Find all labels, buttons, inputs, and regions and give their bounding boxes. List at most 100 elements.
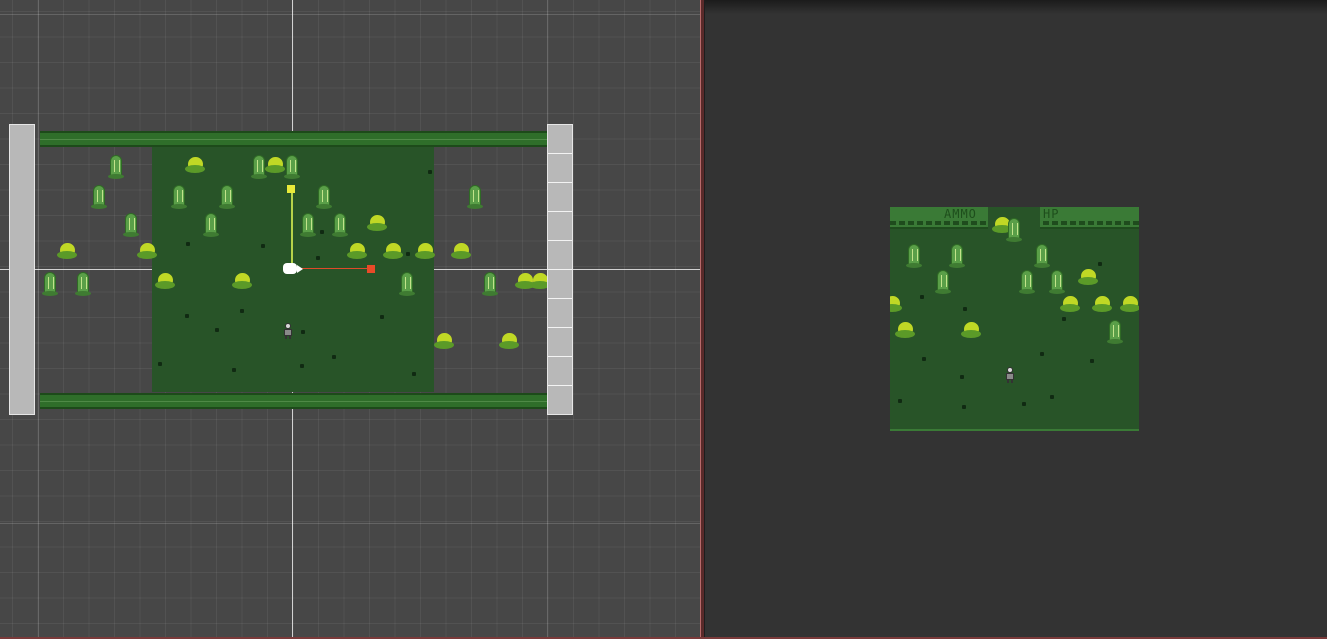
grid-line [38,0,39,639]
bush-sprite[interactable] [155,273,175,289]
bottom-border-tile[interactable] [40,393,547,409]
cactus-sprite[interactable] [123,213,139,237]
bush-sprite [890,296,902,312]
dirt-speck [898,399,902,403]
bush-sprite[interactable] [232,273,252,289]
player-sprite[interactable] [283,323,293,339]
bush-sprite[interactable] [499,333,519,349]
dirt-speck [922,357,926,361]
pillar-segment [548,269,572,270]
dirt-speck [215,328,219,332]
dirt-speck [185,314,189,318]
bush-sprite [961,322,981,338]
game-view-toolbar-shadow [705,0,1327,14]
dirt-speck [316,256,320,260]
dirt-speck [406,252,410,256]
left-wall-pillar[interactable] [9,124,35,415]
cactus-sprite[interactable] [251,155,267,179]
cactus-sprite[interactable] [284,155,300,179]
dirt-speck [1040,352,1044,356]
cactus-sprite[interactable] [300,213,316,237]
cactus-sprite [1019,270,1035,294]
dirt-speck [963,307,967,311]
cactus-sprite [949,244,965,268]
dirt-speck [301,330,305,334]
dirt-speck [1050,395,1054,399]
cactus-sprite[interactable] [316,185,332,209]
grid-line [0,14,700,15]
dirt-speck [1022,402,1026,406]
dirt-speck [1098,262,1102,266]
cactus-sprite[interactable] [108,155,124,179]
bush-sprite[interactable] [434,333,454,349]
cactus-sprite[interactable] [91,185,107,209]
cactus-sprite[interactable] [482,272,498,296]
dirt-speck [960,375,964,379]
cactus-sprite[interactable] [399,272,415,296]
right-wall-pillar[interactable] [547,124,573,415]
dirt-speck [300,364,304,368]
bush-sprite[interactable] [415,243,435,259]
cactus-sprite[interactable] [332,213,348,237]
dirt-speck [158,362,162,366]
bush-sprite[interactable] [367,215,387,231]
player-sprite [1005,367,1015,383]
bush-sprite[interactable] [383,243,403,259]
pillar-segment [548,240,572,241]
y-axis-handle[interactable] [287,185,295,193]
dirt-speck [232,368,236,372]
bush-sprite [1078,269,1098,285]
bush-sprite[interactable] [57,243,77,259]
cactus-sprite[interactable] [467,185,483,209]
pillar-segment [548,211,572,212]
bush-sprite [1120,296,1139,312]
game-bottom-border [890,429,1139,431]
dirt-speck [380,315,384,319]
cactus-sprite[interactable] [171,185,187,209]
x-axis-handle-line[interactable] [296,268,368,269]
x-axis-handle[interactable] [367,265,375,273]
cactus-sprite[interactable] [75,272,91,296]
bush-sprite [1060,296,1080,312]
cactus-sprite [906,244,922,268]
dirt-speck [332,355,336,359]
player-body [1006,373,1014,380]
game-view[interactable]: AMMO HP [705,0,1327,637]
player-body [284,329,292,336]
bush-sprite[interactable] [451,243,471,259]
pillar-segment [548,298,572,299]
bush-sprite[interactable] [185,157,205,173]
dirt-speck [428,170,432,174]
pillar-segment [548,385,572,386]
pillar-segment [548,356,572,357]
cactus-sprite[interactable] [203,213,219,237]
dirt-speck [1062,317,1066,321]
cactus-sprite [1034,244,1050,268]
y-axis-handle-line[interactable] [291,191,293,267]
cactus-sprite[interactable] [219,185,235,209]
dirt-speck [240,309,244,313]
bush-sprite[interactable] [265,157,285,173]
grid-line [0,523,700,524]
cactus-sprite [935,270,951,294]
dirt-speck [261,244,265,248]
cactus-sprite[interactable] [42,272,58,296]
player-legs [1007,380,1013,383]
game-viewport[interactable]: AMMO HP [890,207,1139,431]
cactus-sprite [1049,270,1065,294]
dirt-speck [320,230,324,234]
bush-sprite [1092,296,1112,312]
pillar-segment [548,327,572,328]
top-border-tile[interactable] [40,131,547,147]
bush-sprite[interactable] [347,243,367,259]
dirt-speck [1090,359,1094,363]
bush-sprite [895,322,915,338]
pillar-segment [548,182,572,183]
player-legs [285,336,291,339]
scene-view[interactable] [0,0,700,639]
cactus-sprite [1006,218,1022,242]
bush-sprite[interactable] [137,243,157,259]
ammo-label: AMMO [944,207,977,221]
camera-icon[interactable] [283,263,303,274]
pillar-segment [548,153,572,154]
